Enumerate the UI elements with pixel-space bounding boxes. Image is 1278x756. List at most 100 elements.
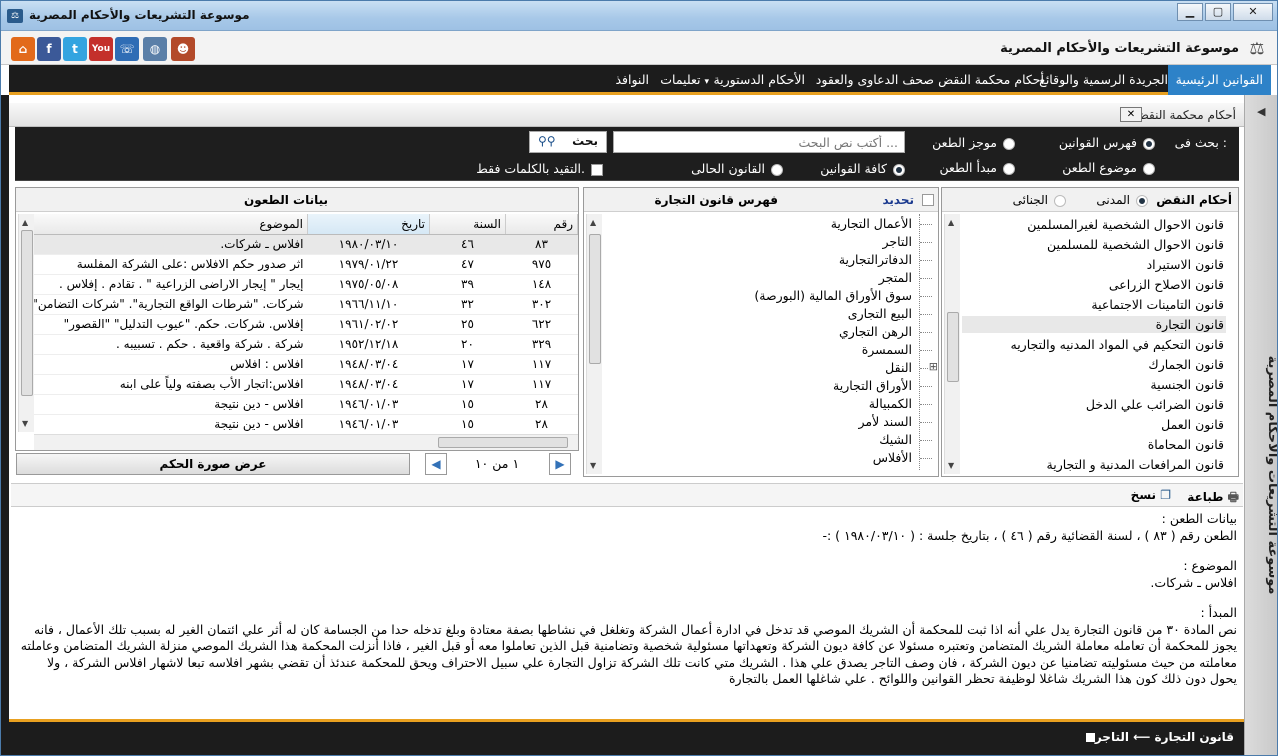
- exact-words-checkbox[interactable]: التقيد بالكلمات فقط.: [476, 161, 603, 176]
- menu-windows[interactable]: النوافذ: [615, 65, 649, 95]
- menu-main-laws[interactable]: القوانين الرئيسية: [1167, 65, 1271, 95]
- scroll-thumb[interactable]: [438, 437, 568, 448]
- table-row[interactable]: ٣٢٩ ٢٠ ١٩٥٢/١٢/١٨ شركة . شركة واقعية . حكم …: [34, 334, 578, 355]
- scroll-thumb[interactable]: [947, 312, 959, 382]
- radio-button[interactable]: [1054, 194, 1066, 207]
- minimize-button[interactable]: ▁: [1177, 3, 1203, 21]
- law-list-item[interactable]: قانون التحكيم في المواد المدنيه والتجاري…: [962, 336, 1226, 353]
- table-row[interactable]: ١١٧ ١٧ ١٩٤٨/٠٣/٠٤ افلاس : افلاس: [34, 354, 578, 375]
- table-row[interactable]: ١٤٨ ٣٩ ١٩٧٥/٠٥/٠٨ إيجار " إيجار الاراضى الز…: [34, 274, 578, 295]
- scroll-thumb[interactable]: [589, 234, 601, 364]
- copy-icon: ❐: [1160, 488, 1171, 502]
- column-header[interactable]: السنة: [429, 214, 506, 235]
- prev-page-button[interactable]: ◀: [425, 453, 447, 475]
- radio-appeal-summary[interactable]: موجز الطعن: [932, 135, 1015, 150]
- law-list-item[interactable]: قانون الاحوال الشخصية لغيرالمسلمين: [962, 216, 1226, 233]
- table-row[interactable]: ٢٨ ١٥ ١٩٤٦/٠١/٠٣ افلاس - دين نتيجة: [34, 394, 578, 415]
- column-header[interactable]: تاريخ: [307, 214, 430, 235]
- law-list-item[interactable]: قانون الاحوال الشخصية للمسلمين: [962, 236, 1226, 253]
- grid-hscrollbar[interactable]: [34, 434, 578, 450]
- menu-instructions[interactable]: تعليمات ▾: [660, 65, 709, 95]
- law-list-item[interactable]: قانون المحاماة: [962, 436, 1226, 453]
- table-row[interactable]: ٦٢٢ ٢٥ ١٩٦١/٠٢/٠٢ إفلاس. شركات. حكم. "عيوب …: [34, 314, 578, 335]
- radio-criminal[interactable]: الجنائى: [1013, 193, 1066, 207]
- tree-node[interactable]: السند لأمر: [859, 414, 933, 429]
- law-list-item[interactable]: قانون الاستيراد: [962, 256, 1226, 273]
- tree-node[interactable]: النقل ⊞: [885, 360, 938, 375]
- table-cell: ١٥: [429, 414, 506, 434]
- tree-node[interactable]: البيع التجارى: [848, 306, 933, 321]
- tree-node[interactable]: الكمبيالة: [869, 396, 933, 411]
- menu-cassation-rulings[interactable]: أحكام محكمة النقض: [938, 65, 1044, 95]
- grid-scrollbar[interactable]: ▲ ▼: [18, 214, 34, 432]
- law-list-scrollbar[interactable]: ▲ ▼: [944, 214, 960, 474]
- radio-all-laws[interactable]: كافة القوانين: [820, 161, 905, 176]
- youtube-icon[interactable]: You: [89, 37, 113, 61]
- tree-node[interactable]: الأعمال التجارية: [831, 216, 933, 231]
- menu-official-gazette[interactable]: الجريدة الرسمية والوقائع: [1039, 65, 1168, 95]
- menu-lawsuit-forms[interactable]: صحف الدعاوى والعقود: [816, 65, 934, 95]
- radio-button[interactable]: [1143, 137, 1155, 150]
- radio-civil[interactable]: المدنى: [1096, 193, 1148, 207]
- law-list-item[interactable]: قانون الضرائب علي الدخل: [962, 396, 1226, 413]
- table-row[interactable]: ٢٨ ١٥ ١٩٤٦/٠١/٠٣ افلاس - دين نتيجة: [34, 414, 578, 434]
- radio-appeal-principle[interactable]: مبدأ الطعن: [939, 160, 1015, 175]
- menu-constitutional-rulings[interactable]: الأحكام الدستورية: [713, 65, 805, 95]
- close-window-button[interactable]: ✕: [1233, 3, 1273, 21]
- tree-node[interactable]: سوق الأوراق المالية (البورصة): [754, 288, 932, 303]
- phone-icon[interactable]: ☏: [115, 37, 139, 61]
- radio-button[interactable]: [1136, 194, 1148, 207]
- select-checkbox[interactable]: [916, 192, 934, 206]
- law-list-item[interactable]: قانون التامينات الاجتماعية: [962, 296, 1226, 313]
- column-header[interactable]: الموضوع: [34, 214, 308, 235]
- print-button[interactable]: طباعة 🖶: [1187, 488, 1239, 509]
- globe-icon[interactable]: ◍: [143, 37, 167, 61]
- radio-button[interactable]: [1003, 162, 1015, 175]
- facebook-icon[interactable]: f: [37, 37, 61, 61]
- radio-button[interactable]: [893, 163, 905, 176]
- law-list-item[interactable]: قانون الجمارك: [962, 356, 1226, 373]
- law-list-item[interactable]: قانون الجنسية: [962, 376, 1226, 393]
- radio-button[interactable]: [771, 163, 783, 176]
- law-list-item[interactable]: قانون الاصلاح الزراعى: [962, 276, 1226, 293]
- next-page-button[interactable]: ▶: [549, 453, 571, 475]
- user-icon[interactable]: ☻: [171, 37, 195, 61]
- tree-node[interactable]: السمسرة: [862, 342, 933, 357]
- tree-node[interactable]: الأوراق التجارية: [833, 378, 932, 393]
- tree-node[interactable]: الشيك: [879, 432, 932, 447]
- radio-law-index[interactable]: فهرس القوانين: [1059, 135, 1155, 150]
- side-panel[interactable]: ◀ موسوعة التشريعات والأحكام المصرية: [1244, 95, 1277, 755]
- scroll-thumb[interactable]: [21, 230, 33, 396]
- expand-arrow-icon[interactable]: ◀: [1257, 105, 1265, 118]
- law-list-item[interactable]: قانون العمل: [962, 416, 1226, 433]
- radio-button[interactable]: [1143, 162, 1155, 175]
- search-input[interactable]: [613, 131, 905, 153]
- table-row[interactable]: ٣٠٢ ٣٢ ١٩٦٦/١١/١٠ شركات. "شرطات الواقع التج…: [34, 294, 578, 315]
- show-ruling-image-button[interactable]: عرض صورة الحكم: [16, 453, 410, 475]
- table-row[interactable]: ٨٣ ٤٦ ١٩٨٠/٠٣/١٠ افلاس ـ شركات.: [34, 234, 578, 255]
- column-header[interactable]: رقم: [505, 214, 578, 235]
- tree-node[interactable]: المتجر: [879, 270, 933, 285]
- table-row[interactable]: ٩٧٥ ٤٧ ١٩٧٩/٠١/٢٢ اثر صدور حكم الافلاس :على…: [34, 254, 578, 275]
- radio-current-law[interactable]: القانون الحالى: [691, 161, 783, 176]
- tree-node[interactable]: الأفلاس: [873, 450, 933, 465]
- twitter-icon[interactable]: t: [63, 37, 87, 61]
- expand-icon[interactable]: ⊞: [928, 360, 938, 373]
- table-row[interactable]: ١١٧ ١٧ ١٩٤٨/٠٣/٠٤ افلاس:اتجار الأب بصفته ول…: [34, 374, 578, 395]
- law-list-item[interactable]: قانون المرافعات المدنية و التجارية: [962, 456, 1226, 473]
- search-button[interactable]: ⚲⚲ بحث: [529, 131, 607, 153]
- close-panel-button[interactable]: ✕: [1120, 107, 1142, 122]
- copy-button[interactable]: نسخ ❐: [1131, 488, 1171, 502]
- tree-node[interactable]: الرهن التجاري: [839, 324, 933, 339]
- tree-node[interactable]: الدفاترالتجارية: [839, 252, 933, 267]
- maximize-button[interactable]: ▢: [1205, 3, 1231, 21]
- title-bar[interactable]: ⚖ موسوعة التشريعات والأحكام المصرية ▁ ▢ …: [1, 1, 1277, 31]
- checkbox[interactable]: [922, 193, 934, 206]
- radio-appeal-subject[interactable]: موضوع الطعن: [1062, 160, 1155, 175]
- tree-scrollbar[interactable]: ▲ ▼: [586, 214, 602, 474]
- checkbox[interactable]: [591, 163, 603, 176]
- home-icon[interactable]: ⌂: [11, 37, 35, 61]
- tree-node[interactable]: التاجر: [883, 234, 932, 249]
- radio-button[interactable]: [1003, 137, 1015, 150]
- law-list-item[interactable]: قانون التجارة: [962, 316, 1226, 333]
